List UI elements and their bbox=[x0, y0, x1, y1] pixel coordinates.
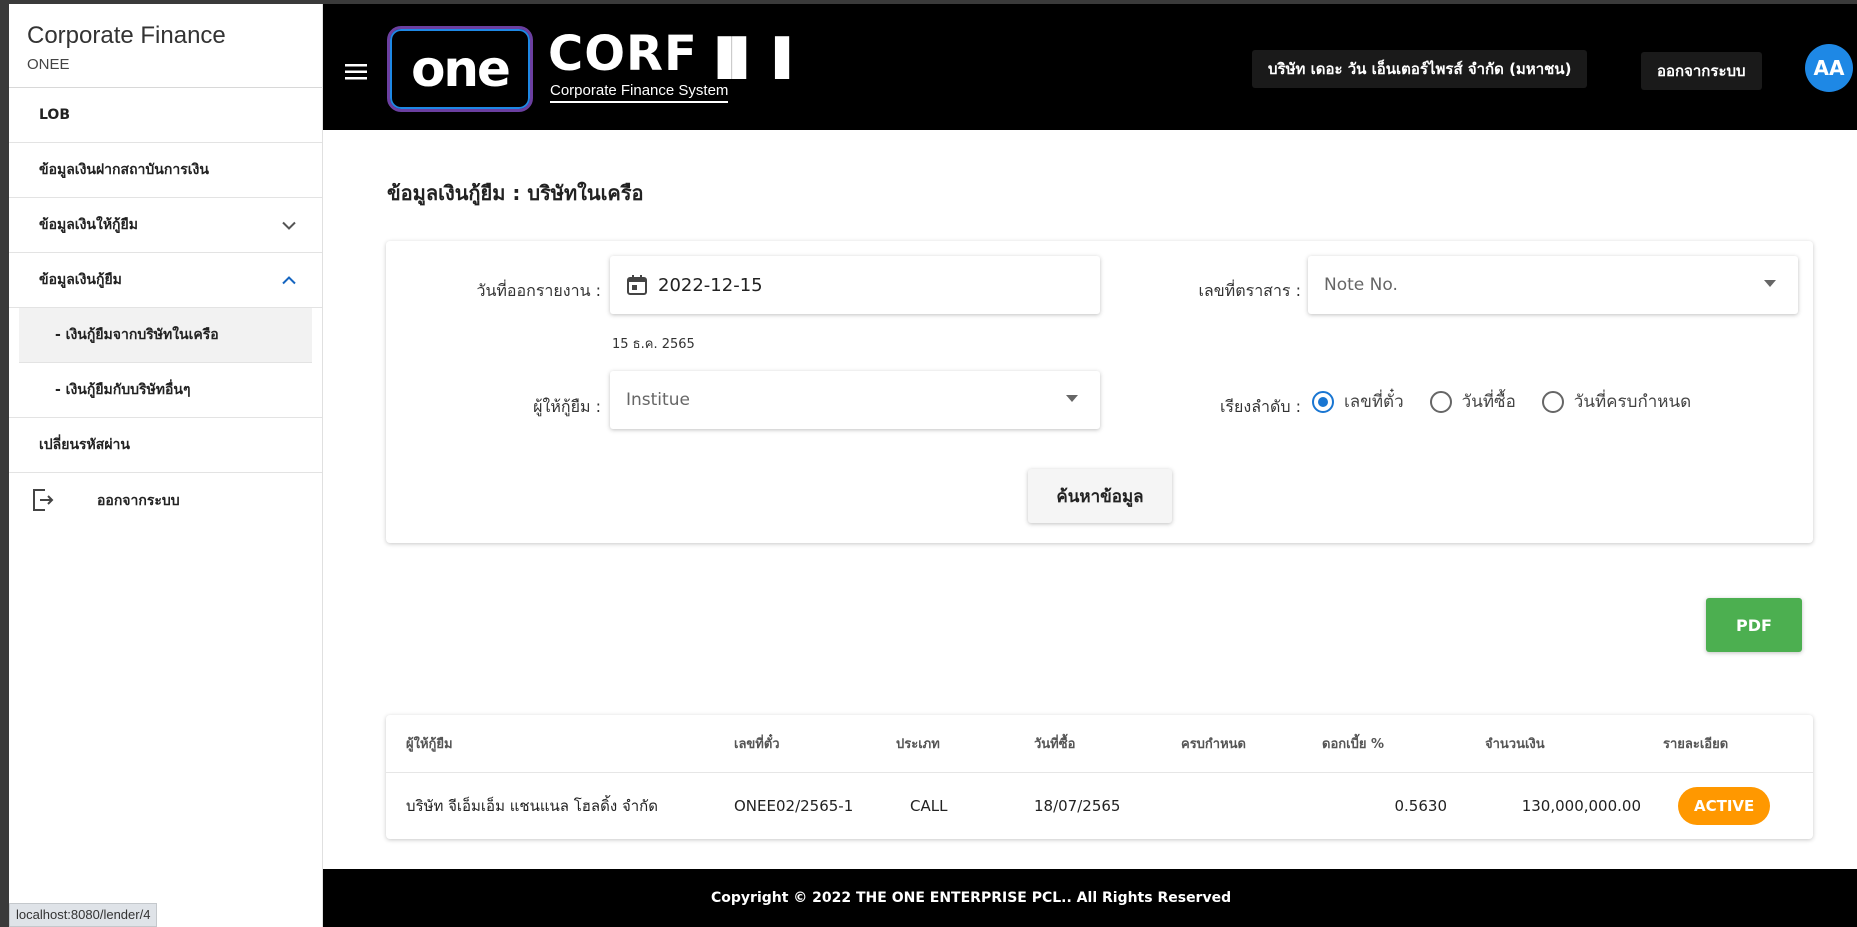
sidebar-item-label: LOB bbox=[39, 107, 70, 123]
report-date-label: วันที่ออกรายงาน : bbox=[476, 281, 601, 300]
search-button[interactable]: ค้นหาข้อมูล bbox=[1028, 469, 1172, 523]
page-title: ข้อมูลเงินกู้ยืม : บริษัทในเครือ bbox=[387, 181, 644, 205]
sidebar-item-label: ออกจากระบบ bbox=[97, 492, 180, 509]
sidebar-item-lending[interactable]: ข้อมูลเงินให้กู้ยืม bbox=[9, 198, 322, 253]
sidebar-item-label: ข้อมูลเงินให้กู้ยืม bbox=[39, 217, 138, 233]
logo-one-text: one bbox=[411, 40, 511, 98]
sidebar-item-affiliate-borrowing[interactable]: - เงินกู้ยืมจากบริษัทในเครือ bbox=[19, 308, 312, 363]
col-amount: จำนวนเงิน bbox=[1485, 737, 1545, 752]
sidebar-item-other-borrowing[interactable]: - เงินกู้ยืมกับบริษัทอื่นๆ bbox=[9, 363, 322, 418]
sidebar-item-label: - เงินกู้ยืมจากบริษัทในเครือ bbox=[55, 327, 219, 343]
col-interest: ดอกเบี้ย % bbox=[1322, 737, 1384, 752]
sort-option-ticket[interactable]: เลขที่ตั๋ว bbox=[1312, 388, 1404, 415]
col-maturity: ครบกำหนด bbox=[1181, 737, 1246, 752]
sidebar-item-borrowing[interactable]: ข้อมูลเงินกู้ยืม bbox=[9, 253, 322, 308]
sort-option-maturity-date[interactable]: วันที่ครบกำหนด bbox=[1541, 388, 1691, 415]
radio-unselected-icon bbox=[1429, 390, 1452, 413]
col-buy-date: วันที่ซื้อ bbox=[1034, 737, 1076, 752]
results-table: ผู้ให้กู้ยืม เลขที่ตั๋ว ประเภท วันที่ซื้… bbox=[386, 715, 1813, 839]
table-header: ผู้ให้กู้ยืม เลขที่ตั๋ว ประเภท วันที่ซื้… bbox=[386, 715, 1813, 773]
sidebar-item-deposits[interactable]: ข้อมูลเงินฝากสถาบันการเงิน bbox=[9, 143, 322, 198]
cell-amount: 130,000,000.00 bbox=[1521, 797, 1641, 815]
avatar[interactable]: AA bbox=[1805, 44, 1853, 92]
lender-label: ผู้ให้กู้ยืม : bbox=[533, 397, 601, 416]
cell-lender: บริษัท จีเอ็มเอ็ม แชนแนล โฮลดิ้ง จำกัด bbox=[406, 797, 658, 815]
cell-interest: 0.5630 bbox=[1394, 797, 1448, 815]
chevron-up-icon bbox=[282, 271, 296, 290]
radio-unselected-icon bbox=[1541, 390, 1564, 413]
note-no-placeholder: Note No. bbox=[1324, 275, 1398, 295]
col-type: ประเภท bbox=[896, 737, 940, 752]
sidebar-item-label: ข้อมูลเงินฝากสถาบันการเงิน bbox=[39, 162, 209, 178]
col-ticket: เลขที่ตั๋ว bbox=[734, 737, 780, 752]
pdf-button[interactable]: PDF bbox=[1706, 598, 1802, 652]
cell-buy-date: 18/07/2565 bbox=[1034, 797, 1121, 815]
report-date-hint: 15 ธ.ค. 2565 bbox=[612, 337, 695, 352]
table-row[interactable]: บริษัท จีเอ็มเอ็ม แชนแนล โฮลดิ้ง จำกัด O… bbox=[386, 773, 1813, 839]
sidebar-item-logout[interactable]: ออกจากระบบ bbox=[9, 473, 322, 528]
header-logout-button[interactable]: ออกจากระบบ bbox=[1641, 52, 1762, 90]
col-details: รายละเอียด bbox=[1663, 737, 1729, 752]
logo-corf-text: CORF ▐▌▐ bbox=[548, 26, 790, 82]
sidebar-item-change-password[interactable]: เปลี่ยนรหัสผ่าน bbox=[9, 418, 322, 473]
footer: Copyright © 2022 THE ONE ENTERPRISE PCL.… bbox=[323, 869, 1857, 927]
report-date-field[interactable]: 2022-12-15 bbox=[610, 256, 1100, 314]
status-bar-url: localhost:8080/lender/4 bbox=[9, 903, 158, 927]
sidebar-subtitle: ONEE bbox=[27, 56, 70, 73]
note-no-label: เลขที่ตราสาร : bbox=[1198, 281, 1301, 300]
filter-card: วันที่ออกรายงาน : 2022-12-15 15 ธ.ค. 256… bbox=[386, 241, 1813, 543]
hamburger-icon[interactable] bbox=[345, 59, 367, 87]
calendar-icon bbox=[626, 274, 648, 296]
sidebar: Corporate Finance ONEE LOB ข้อมูลเงินฝาก… bbox=[9, 4, 323, 927]
report-date-value: 2022-12-15 bbox=[658, 274, 763, 296]
top-header: one CORF ▐▌▐ Corporate Finance System บริ… bbox=[323, 4, 1857, 130]
radio-selected-icon bbox=[1312, 390, 1334, 413]
dropdown-caret-icon bbox=[1764, 280, 1776, 287]
chart-bars-icon: ▐▌▐ bbox=[703, 38, 790, 79]
chevron-down-icon bbox=[282, 216, 296, 235]
logout-icon bbox=[31, 487, 55, 517]
cell-type: CALL bbox=[910, 797, 948, 815]
company-selector[interactable]: บริษัท เดอะ วัน เอ็นเตอร์ไพรส์ จำกัด (มห… bbox=[1252, 50, 1588, 88]
col-lender: ผู้ให้กู้ยืม bbox=[406, 737, 453, 752]
dropdown-caret-icon bbox=[1066, 395, 1078, 402]
lender-select[interactable]: Institue bbox=[610, 371, 1100, 429]
sidebar-item-lob[interactable]: LOB bbox=[9, 88, 322, 143]
note-no-select[interactable]: Note No. bbox=[1308, 256, 1798, 314]
sidebar-item-label: เปลี่ยนรหัสผ่าน bbox=[39, 437, 130, 453]
sort-label: เรียงลำดับ : bbox=[1219, 397, 1301, 416]
sort-option-buy-date[interactable]: วันที่ซื้อ bbox=[1429, 388, 1516, 415]
status-badge[interactable]: ACTIVE bbox=[1678, 787, 1771, 825]
sidebar-item-label: - เงินกู้ยืมกับบริษัทอื่นๆ bbox=[55, 382, 191, 398]
sidebar-header: Corporate Finance ONEE bbox=[9, 4, 322, 88]
logo-subtitle: Corporate Finance System bbox=[550, 82, 729, 103]
brand-logo: one bbox=[387, 26, 533, 112]
sort-radio-group: เลขที่ตั๋ว วันที่ซื้อ วันที่ครบกำหนด bbox=[1312, 388, 1717, 415]
sidebar-title: Corporate Finance bbox=[27, 22, 226, 49]
lender-placeholder: Institue bbox=[626, 390, 690, 410]
cell-ticket: ONEE02/2565-1 bbox=[734, 797, 854, 815]
sidebar-item-label: ข้อมูลเงินกู้ยืม bbox=[39, 272, 122, 288]
